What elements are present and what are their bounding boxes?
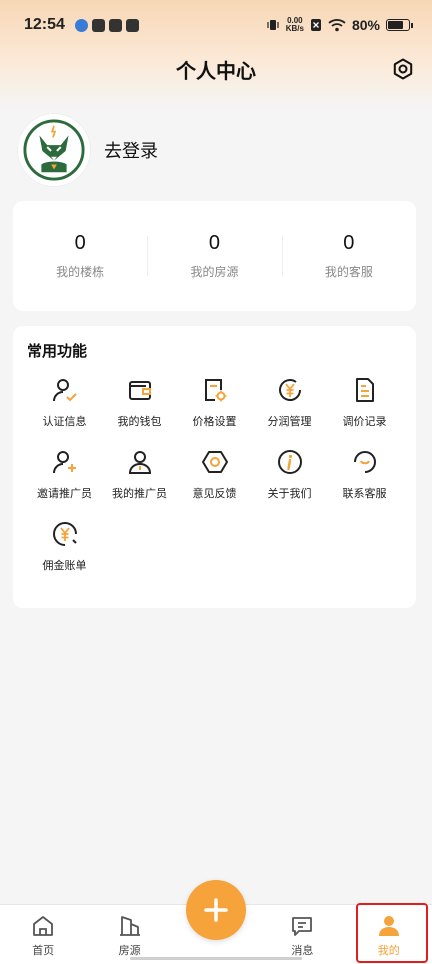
settings-button[interactable] [390,56,416,82]
func-label: 分润管理 [267,415,312,428]
func-label: 佣金账单 [42,559,87,572]
login-link[interactable]: 去登录 [104,137,158,163]
func-label: 我的钱包 [117,415,162,428]
nav-listings[interactable]: 房源 [86,905,172,964]
stat-customer-service[interactable]: 0 我的客服 [281,232,416,280]
func-my-promoters[interactable]: 我的推广员 [102,447,177,501]
stat-value: 0 [208,232,221,254]
func-verification[interactable]: 认证信息 [27,375,102,429]
price-settings-icon [200,375,230,405]
app-notification-icon [125,18,139,32]
functions-grid: 认证信息 我的钱包 价格设置 分润管理 调价记录 邀请推广员 我的推广员 意见反… [27,375,402,573]
app-notification-icon [108,18,122,32]
battery-icon [386,19,413,31]
customer-service-icon [350,447,380,477]
status-indicators: 0.00 KB/s 80% [266,17,413,33]
stat-label: 我的房源 [190,265,239,279]
home-icon [30,913,56,939]
app-notification-icon [91,18,105,32]
func-price-settings[interactable]: 价格设置 [177,375,252,429]
stat-buildings[interactable]: 0 我的楼栋 [13,232,147,280]
func-label: 调价记录 [342,415,387,428]
wallet-icon [125,375,155,405]
func-invite-promoter[interactable]: 邀请推广员 [27,447,102,501]
settings-icon [393,58,413,80]
nav-label: 消息 [291,944,314,957]
profit-share-icon [275,375,305,405]
app-notification-icon [74,18,88,32]
document-icon [350,375,380,405]
plus-icon [204,898,228,922]
func-about-us[interactable]: 关于我们 [252,447,327,501]
stat-listings[interactable]: 0 我的房源 [147,232,281,280]
building-icon [117,913,143,939]
promoter-icon [125,447,155,477]
status-app-icons [74,18,139,32]
status-time: 12:54 [24,16,65,33]
avatar[interactable] [18,114,90,186]
page-title: 个人中心 [176,58,256,83]
func-wallet[interactable]: 我的钱包 [102,375,177,429]
commission-bill-icon [50,519,80,549]
func-label: 关于我们 [267,487,312,500]
func-label: 意见反馈 [192,487,237,500]
func-label: 价格设置 [192,415,237,428]
nav-label: 首页 [32,944,55,957]
stat-value: 0 [343,232,355,254]
hexagon-icon [200,447,230,477]
fox-logo-icon [23,119,85,181]
network-speed: 0.00 KB/s [286,17,304,33]
func-commission-bill[interactable]: 佣金账单 [27,519,102,573]
func-price-records[interactable]: 调价记录 [327,375,402,429]
func-label: 联系客服 [342,487,387,500]
network-speed-unit: KB/s [285,24,304,33]
wifi-icon [328,19,346,32]
page-header: 个人中心 [0,50,432,88]
stats-card: 0 我的楼栋 0 我的房源 0 我的客服 [13,201,416,311]
func-feedback[interactable]: 意见反馈 [177,447,252,501]
func-profit-share[interactable]: 分润管理 [252,375,327,429]
home-indicator [130,957,302,960]
user-check-icon [50,375,80,405]
func-label: 我的推广员 [112,487,167,500]
info-icon [275,447,305,477]
profile-section: 去登录 [18,114,158,186]
stat-label: 我的客服 [324,265,373,279]
functions-card: 常用功能 认证信息 我的钱包 价格设置 分润管理 调价记录 邀请推广员 我的推广… [13,326,416,608]
stat-value: 0 [74,232,86,254]
active-tab-highlight [356,903,428,963]
functions-title: 常用功能 [27,342,88,360]
sim-off-icon [310,19,321,31]
stat-label: 我的楼栋 [56,265,105,279]
message-icon [289,913,315,939]
add-button[interactable] [186,880,246,940]
func-label: 认证信息 [42,415,87,428]
nav-messages[interactable]: 消息 [259,905,345,964]
nav-home[interactable]: 首页 [0,905,86,964]
func-label: 邀请推广员 [37,487,92,500]
user-add-icon [50,447,80,477]
nav-label: 房源 [118,944,141,957]
func-contact-service[interactable]: 联系客服 [327,447,402,501]
battery-percent: 80% [351,17,380,33]
status-bar: 12:54 0.00 KB/s 80% [0,0,432,50]
vibrate-icon [267,20,279,30]
